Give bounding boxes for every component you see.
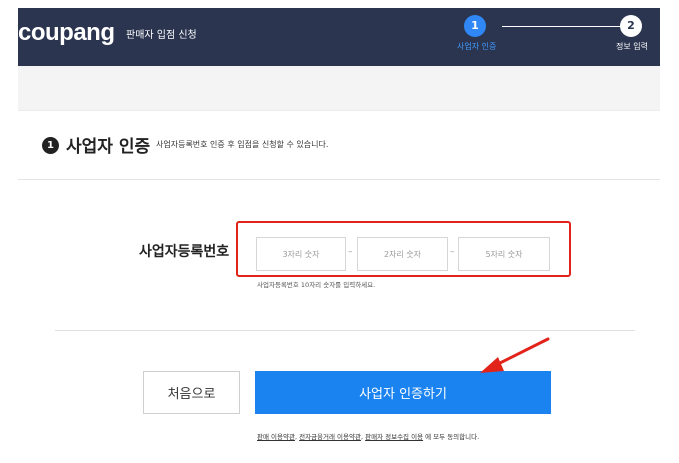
business-number-part2-input[interactable] [357,237,448,271]
separator-dash: – [348,247,353,257]
section-number-badge: 1 [42,137,59,154]
step-2-label: 정보 입력 [616,42,648,51]
section-description: 사업자등록번호 인증 후 입점을 신청할 수 있습니다. [156,140,329,149]
back-to-start-button[interactable]: 처음으로 [143,371,240,414]
terms-agreement: 판매 이용약관, 전자금융거래 이용약관, 판매자 정보수집 이용 에 모두 동… [257,431,479,441]
business-number-part3-input[interactable] [458,237,550,271]
business-number-label: 사업자등록번호 [139,244,230,260]
terms-suffix: 에 모두 동의합니다. [423,433,480,441]
step-connector-line [502,26,638,27]
step-1-label: 사업자 인증 [457,42,497,51]
seller-info-terms-link[interactable]: 판매자 정보수집 이용 [365,433,423,441]
separator-dash: – [450,247,455,257]
e-finance-terms-link[interactable]: 전자금융거래 이용약관 [299,433,361,441]
gray-band [18,66,660,110]
input-helper-text: 사업자등록번호 10자리 숫자를 입력하세요. [257,281,376,289]
section-heading: 1 사업자 인증 사업자등록번호 인증 후 입점을 신청할 수 있습니다. [18,111,660,179]
red-arrow-annotation-icon [480,337,550,373]
header-bar: coupang 판매자 입점 신청 1 2 사업자 인증 정보 입력 [18,8,660,66]
content-divider [55,330,635,331]
header-subtitle: 판매자 입점 신청 [126,30,197,41]
sales-terms-link[interactable]: 판매 이용약관 [257,433,295,441]
section-divider-bottom [18,179,660,180]
step-2-indicator: 2 [620,15,642,37]
section-title: 사업자 인증 [66,137,151,157]
step-1-indicator: 1 [464,15,486,37]
business-number-part1-input[interactable] [256,237,346,271]
top-edge [0,0,679,8]
coupang-logo[interactable]: coupang [18,19,115,47]
